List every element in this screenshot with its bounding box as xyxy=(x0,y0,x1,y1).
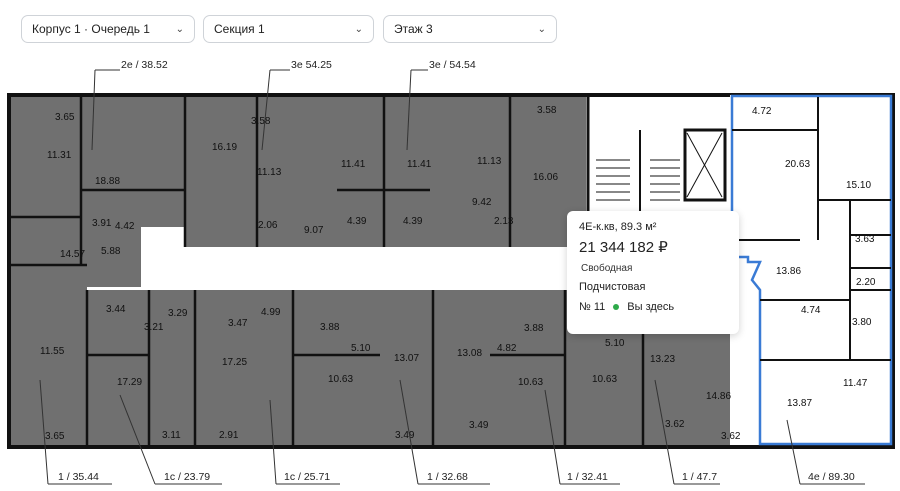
room-area: 11.55 xyxy=(40,346,65,357)
unit-price: 21 344 182 ₽ xyxy=(579,239,668,256)
room-area: 13.08 xyxy=(457,348,482,359)
room-area: 11.41 xyxy=(341,159,366,170)
unit-tag: 1 / 47.7 xyxy=(682,471,717,483)
room-area: 11.31 xyxy=(47,150,72,161)
room-area: 11.47 xyxy=(843,378,868,389)
room-area: 14.86 xyxy=(706,391,731,402)
location-dot-icon xyxy=(613,304,620,310)
room-area: 17.25 xyxy=(222,357,247,368)
room-area: 11.13 xyxy=(257,167,282,178)
unit-type: 4Е-к.кв, 89.3 м² xyxy=(579,221,657,233)
room-area: 5.10 xyxy=(605,338,625,349)
room-area: 3.49 xyxy=(469,420,489,431)
floor-plan: 3.65 11.31 18.88 3.91 4.42 14.57 5.88 3.… xyxy=(7,59,895,485)
room-area: 17.29 xyxy=(117,377,142,388)
room-area: 10.63 xyxy=(328,374,353,385)
room-area: 3.58 xyxy=(251,116,271,127)
room-area: 3.65 xyxy=(55,112,75,123)
room-area: 11.13 xyxy=(477,156,502,167)
room-area: 18.88 xyxy=(95,176,120,187)
room-area: 2.20 xyxy=(856,277,876,288)
room-area: 11.41 xyxy=(407,159,432,170)
room-area: 2.91 xyxy=(219,430,239,441)
unit-tag: 1с / 23.79 xyxy=(164,471,210,483)
room-area: 3.29 xyxy=(168,308,188,319)
room-area: 3.49 xyxy=(395,430,415,441)
room-area: 16.19 xyxy=(212,142,237,153)
room-area: 4.74 xyxy=(801,305,821,316)
unit-tag: 4е / 89.30 xyxy=(808,471,855,483)
room-area: 3.88 xyxy=(524,323,544,334)
room-area: 3.80 xyxy=(852,317,872,328)
room-area: 13.86 xyxy=(776,266,801,277)
unit-tag: 1с / 25.71 xyxy=(284,471,330,483)
room-area: 10.63 xyxy=(592,374,617,385)
you-are-here-label: Вы здесь xyxy=(627,301,675,313)
room-area: 14.57 xyxy=(60,249,85,260)
room-area: 13.23 xyxy=(650,354,675,365)
room-area: 3.91 xyxy=(92,218,112,229)
unit-tag: 1 / 32.41 xyxy=(567,471,608,483)
room-area: 20.63 xyxy=(785,159,810,170)
room-area: 3.21 xyxy=(144,322,164,333)
room-area: 3.44 xyxy=(106,304,126,315)
room-area: 2.06 xyxy=(258,220,278,231)
room-area: 5.88 xyxy=(101,246,121,257)
room-area: 9.07 xyxy=(304,225,324,236)
room-area: 4.42 xyxy=(115,221,135,232)
room-area: 4.82 xyxy=(497,343,517,354)
unit-selected[interactable] xyxy=(730,94,893,446)
room-area: 3.63 xyxy=(855,234,875,245)
room-area: 3.62 xyxy=(665,419,685,430)
room-area: 3.11 xyxy=(162,430,181,441)
room-area: 3.47 xyxy=(228,318,248,329)
unit-tag: 3е / 54.54 xyxy=(429,59,476,71)
bottom-unit-tag-labels: 1 / 35.44 1с / 23.79 1с / 25.71 1 / 32.6… xyxy=(58,471,855,483)
unit-tag: 2е / 38.52 xyxy=(121,59,168,71)
unit-status: Свободная xyxy=(581,263,633,274)
room-area: 3.58 xyxy=(537,105,557,116)
room-area: 2.13 xyxy=(494,216,514,227)
unit-finish: Подчистовая xyxy=(579,281,646,293)
room-area: 5.10 xyxy=(351,343,371,354)
unit-lower-4[interactable] xyxy=(293,290,433,445)
unit-tag: 3е 54.25 xyxy=(291,59,332,71)
room-area: 4.72 xyxy=(752,106,772,117)
room-area: 3.62 xyxy=(721,431,741,442)
unit-lower-5[interactable] xyxy=(433,290,565,445)
room-area: 3.65 xyxy=(45,431,65,442)
unit-info-popup: 4Е-к.кв, 89.3 м² 21 344 182 ₽ Свободная … xyxy=(567,211,739,334)
unit-tag: 1 / 35.44 xyxy=(58,471,99,483)
room-area: 13.87 xyxy=(787,398,812,409)
room-area: 9.42 xyxy=(472,197,492,208)
unit-tag: 1 / 32.68 xyxy=(427,471,468,483)
room-area: 4.39 xyxy=(347,216,367,227)
room-area: 13.07 xyxy=(394,353,419,364)
unit-number: № 11 xyxy=(579,301,606,313)
room-area: 16.06 xyxy=(533,172,558,183)
room-area: 3.88 xyxy=(320,322,340,333)
room-area: 4.39 xyxy=(403,216,423,227)
room-area: 10.63 xyxy=(518,377,543,388)
room-area: 4.99 xyxy=(261,307,281,318)
room-area: 15.10 xyxy=(846,180,871,191)
